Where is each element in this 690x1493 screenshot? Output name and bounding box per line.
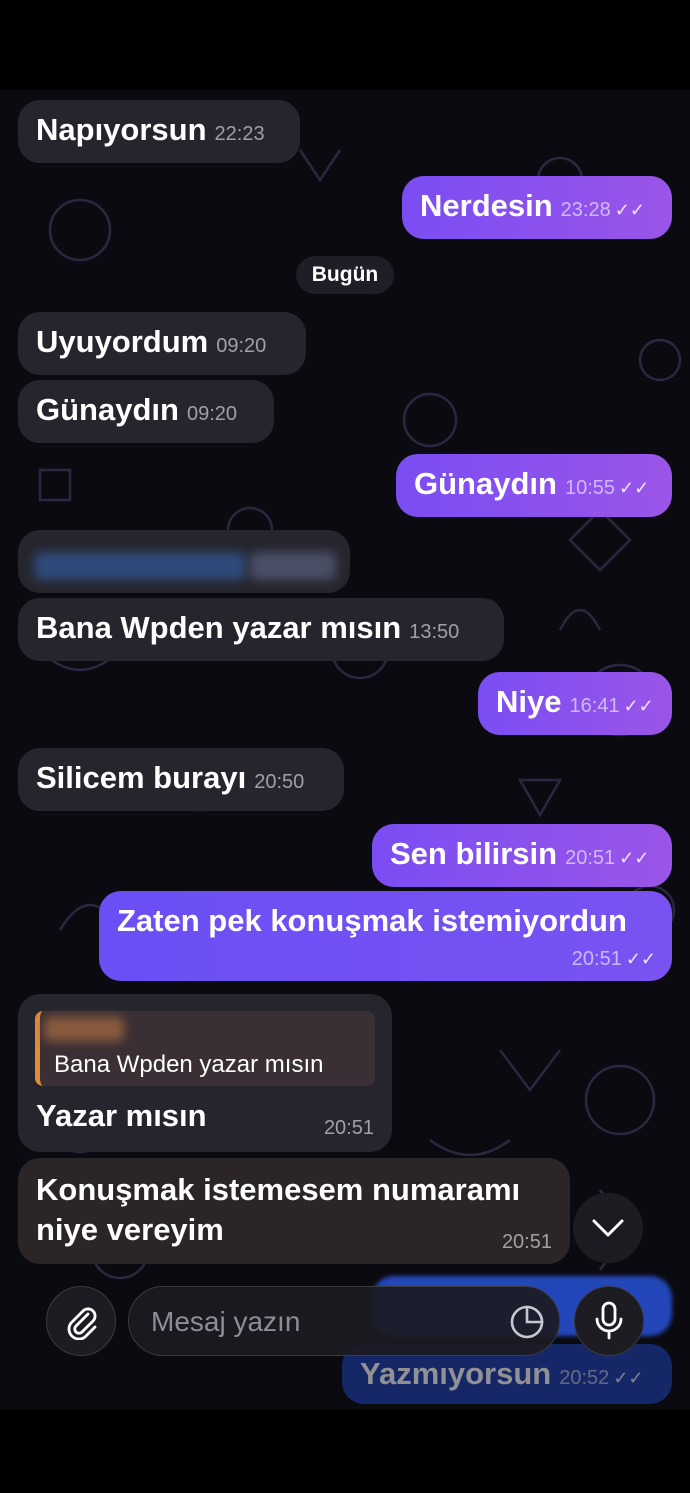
status-area [0,0,690,90]
message-text: Sen bilirsin [390,836,558,871]
read-ticks-icon: ✓✓ [614,200,645,220]
message-outgoing[interactable]: Nerdesin 23:28 ✓✓ [402,176,672,239]
message-text: Bana Wpden yazar mısın [36,610,402,645]
message-incoming[interactable]: Bana Wpden yazar mısın 13:50 [18,598,504,661]
message-text: Uyuyordum [36,324,209,359]
message-time: 22:23 [214,123,265,145]
message-time: 16:41 [569,695,620,717]
scroll-down-button[interactable] [573,1193,643,1263]
read-ticks-icon: ✓✓ [619,478,650,498]
message-outgoing[interactable]: Günaydın 10:55 ✓✓ [396,454,672,517]
reply-quote-text: Bana Wpden yazar mısın [54,1051,324,1078]
message-outgoing[interactable]: Sen bilirsin 20:51 ✓✓ [372,824,672,887]
message-text: Nerdesin [420,188,553,223]
bottom-area [0,1410,690,1493]
message-time: 13:50 [409,621,460,643]
message-incoming[interactable]: Uyuyordum 09:20 [18,312,306,375]
microphone-button[interactable] [574,1286,644,1356]
message-time: 10:55 [564,477,616,499]
paperclip-icon [67,1307,97,1340]
message-time: 20:51 [565,847,616,869]
message-time: 20:51 [323,1117,374,1139]
message-text-line: Konuşmak istemesem numaramı [36,1172,521,1207]
message-time: 09:20 [186,403,238,425]
message-text: Napıyorsun [36,112,207,147]
message-incoming[interactable]: Konuşmak istemesem numaramı niye vereyim… [18,1158,570,1264]
message-input[interactable] [149,1301,493,1343]
reply-quote[interactable]: Bana Wpden yazar mısın [35,1011,375,1086]
message-incoming[interactable]: Silicem burayı 20:50 [18,748,344,811]
message-incoming[interactable]: Napıyorsun 22:23 [18,100,300,163]
message-text: Niye [496,684,562,719]
message-text-line: niye vereyim [36,1212,224,1247]
read-ticks-icon: ✓✓ [623,696,654,716]
message-time: 20:52 [559,1367,610,1389]
read-ticks-icon: ✓✓ [619,848,650,868]
read-ticks-icon: ✓✓ [613,1368,644,1388]
read-ticks-icon: ✓✓ [625,949,656,969]
message-text: Günaydın [36,392,179,427]
day-separator: Bugün [296,256,394,294]
message-incoming[interactable]: Günaydın 09:20 [18,380,274,443]
message-time: 20:50 [254,771,305,793]
message-time: 09:20 [216,335,267,357]
sticker-icon[interactable] [509,1304,545,1340]
microphone-icon [595,1301,623,1340]
message-time: 23:28 [560,199,611,221]
message-text: Günaydın [414,466,557,501]
message-text: Yazar mısın [36,1098,207,1133]
chevron-down-icon [592,1219,624,1237]
redacted-content [44,1017,124,1041]
message-text: Silicem burayı [36,760,247,795]
message-time: 20:51 [571,948,622,970]
message-outgoing[interactable]: Zaten pek konuşmak istemiyordun 20:51 ✓✓ [99,891,672,981]
redacted-content [34,552,246,580]
message-text: Zaten pek konuşmak istemiyordun [117,903,627,938]
redacted-content [250,552,336,580]
message-time: 20:51 [501,1231,552,1253]
message-outgoing[interactable]: Niye 16:41 ✓✓ [478,672,672,735]
message-text: Yazmıyorsun [360,1356,552,1391]
message-input-field[interactable] [128,1286,560,1356]
attach-button[interactable] [46,1286,116,1356]
